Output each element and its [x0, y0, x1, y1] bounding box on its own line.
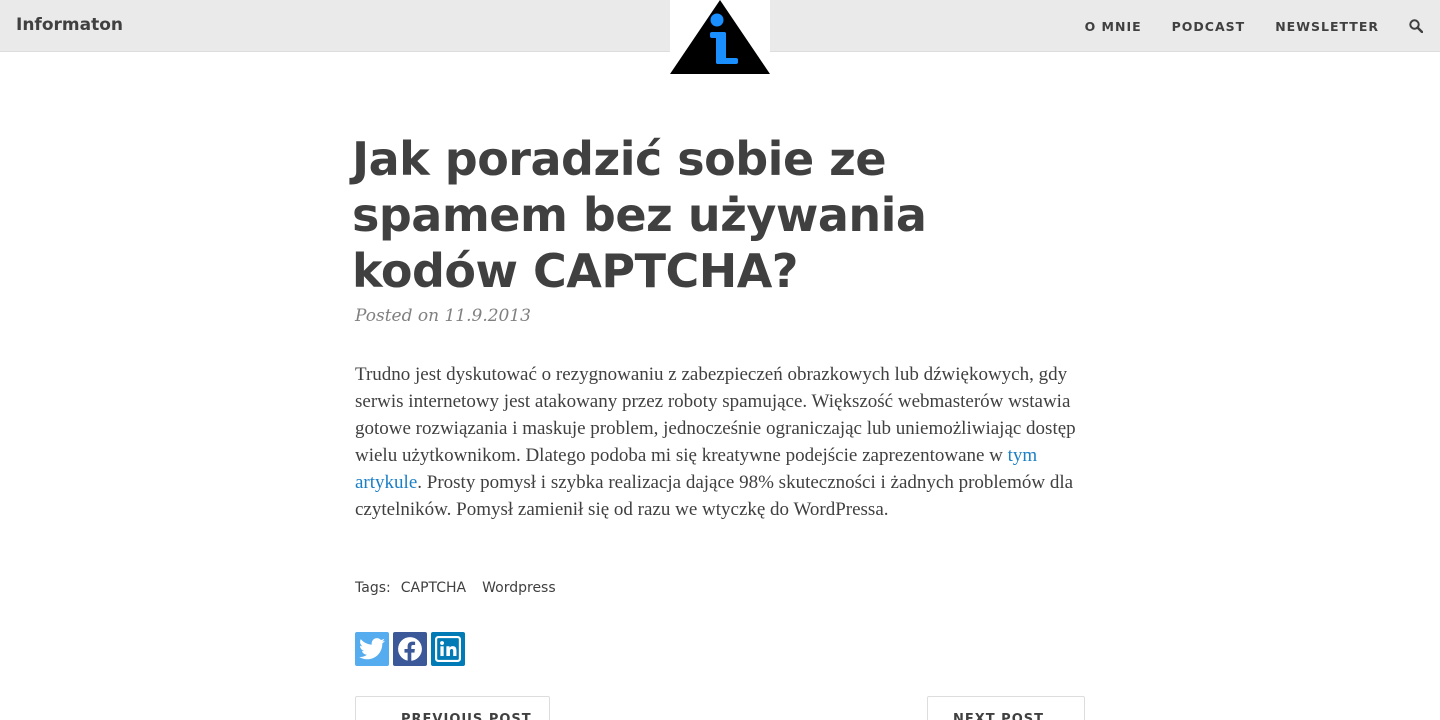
previous-post-label: PREVIOUS POST — [401, 712, 532, 720]
tags-label: Tags: — [355, 580, 391, 596]
post-tags: Tags: CAPTCHA Wordpress — [355, 580, 572, 596]
post-meta: Posted on 11.9.2013 — [355, 306, 531, 326]
brand-link[interactable]: Informaton — [16, 15, 123, 35]
site-logo[interactable] — [670, 0, 770, 76]
previous-post-button[interactable]: PREVIOUS POST — [355, 696, 550, 720]
share-twitter-button[interactable] — [355, 632, 389, 666]
linkedin-icon — [435, 636, 461, 662]
search-icon[interactable] — [1409, 19, 1423, 33]
post-body-text-1: Trudno jest dyskutować o rezygnowaniu z … — [355, 364, 1076, 466]
share-buttons — [355, 632, 469, 666]
next-post-button[interactable]: NEXT POST — [927, 696, 1085, 720]
next-post-label: NEXT POST — [953, 712, 1044, 720]
share-linkedin-button[interactable] — [431, 632, 465, 666]
nav-link-o-mnie[interactable]: O MNIE — [1085, 19, 1142, 34]
post-body: Trudno jest dyskutować o rezygnowaniu z … — [355, 361, 1090, 523]
share-facebook-button[interactable] — [393, 632, 427, 666]
twitter-icon — [359, 638, 385, 660]
info-triangle-logo-icon — [670, 0, 770, 74]
post-title: Jak poradzić sobie ze spamem bez używani… — [352, 132, 927, 298]
facebook-icon — [398, 637, 422, 662]
post-body-text-2: . Prosty pomysł i szybka realizacja dają… — [355, 472, 1074, 520]
tag-captcha[interactable]: CAPTCHA — [401, 580, 466, 596]
nav-menu: O MNIE PODCAST NEWSLETTER — [1085, 0, 1440, 52]
nav-link-newsletter[interactable]: NEWSLETTER — [1275, 19, 1379, 34]
nav-link-podcast[interactable]: PODCAST — [1172, 19, 1246, 34]
tag-wordpress[interactable]: Wordpress — [482, 580, 556, 596]
